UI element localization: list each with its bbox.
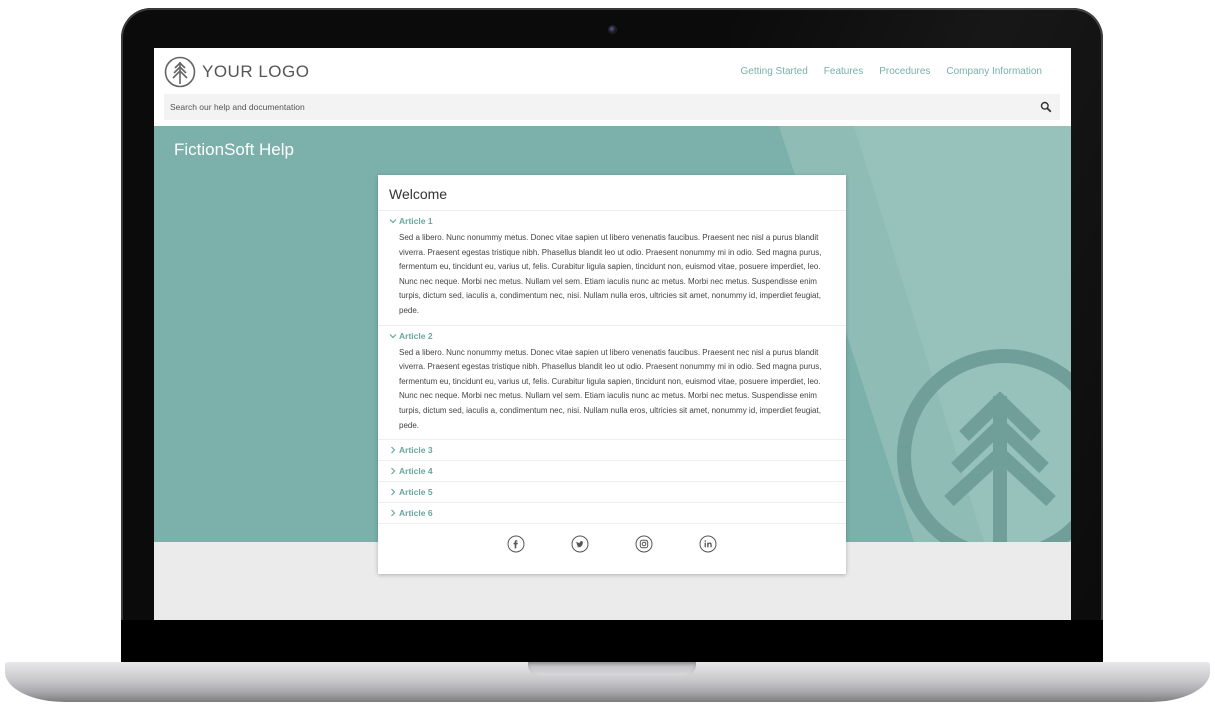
nav-procedures[interactable]: Procedures <box>879 66 930 77</box>
article-card: Welcome Article 1 Sed a libero. Nunc non… <box>378 175 846 574</box>
tree-logo-icon <box>164 56 196 88</box>
social-links <box>378 524 846 553</box>
search-input[interactable] <box>164 94 1024 120</box>
chevron-down-icon <box>389 333 397 338</box>
nav-getting-started[interactable]: Getting Started <box>741 66 808 77</box>
instagram-icon[interactable] <box>635 535 653 553</box>
article-label: Article 5 <box>399 487 433 498</box>
chevron-down-icon <box>389 219 397 224</box>
article-body: Sed a libero. Nunc nonummy metus. Donec … <box>399 233 822 315</box>
site-header: YOUR LOGO Getting Started Features Proce… <box>154 48 1071 126</box>
article-item: Article 3 <box>378 440 846 462</box>
article-toggle[interactable]: Article 3 <box>378 440 846 460</box>
logo[interactable]: YOUR LOGO <box>164 56 309 88</box>
screen-bezel-bottom <box>121 620 1103 662</box>
article-toggle[interactable]: Article 5 <box>378 482 846 502</box>
article-item: Article 4 <box>378 461 846 483</box>
article-item: Article 1 Sed a libero. Nunc nonummy met… <box>378 211 846 326</box>
page-title: FictionSoft Help <box>174 140 294 159</box>
article-label: Article 4 <box>399 466 433 477</box>
tree-watermark-icon <box>897 349 1071 542</box>
article-label: Article 1 <box>399 216 433 226</box>
twitter-icon[interactable] <box>571 535 589 553</box>
nav-company-information[interactable]: Company Information <box>946 66 1042 77</box>
facebook-icon[interactable] <box>507 535 525 553</box>
linkedin-icon[interactable] <box>699 535 717 553</box>
camera <box>608 25 617 34</box>
search-icon[interactable] <box>1040 101 1052 113</box>
chevron-right-icon <box>391 509 396 517</box>
chevron-right-icon <box>391 467 396 475</box>
laptop-notch <box>528 662 696 676</box>
article-toggle[interactable]: Article 6 <box>378 503 846 523</box>
article-body: Sed a libero. Nunc nonummy metus. Donec … <box>399 347 822 430</box>
article-label: Article 6 <box>399 508 433 519</box>
article-item: Article 5 <box>378 482 846 504</box>
article-label: Article 3 <box>399 445 433 456</box>
nav-features[interactable]: Features <box>824 66 863 77</box>
card-title: Welcome <box>378 175 846 211</box>
logo-text: YOUR LOGO <box>202 62 310 81</box>
article-toggle[interactable]: Article 2 <box>378 326 846 346</box>
chevron-right-icon <box>391 446 396 454</box>
article-item: Article 6 <box>378 503 846 525</box>
top-nav: Getting Started Features Procedures Comp… <box>725 66 1042 77</box>
screen: YOUR LOGO Getting Started Features Proce… <box>154 48 1071 620</box>
chevron-right-icon <box>391 488 396 496</box>
article-toggle[interactable]: Article 4 <box>378 461 846 481</box>
article-toggle[interactable]: Article 1 <box>378 211 846 231</box>
article-item: Article 2 Sed a libero. Nunc nonummy met… <box>378 326 846 441</box>
search-bar <box>164 94 1060 120</box>
article-label: Article 2 <box>399 330 433 341</box>
